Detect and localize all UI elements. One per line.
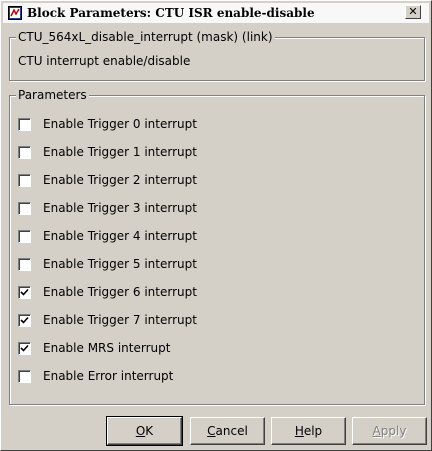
mask-legend: CTU_564xL_disable_interrupt (mask) (link… (16, 30, 275, 44)
title-bar[interactable]: Block Parameters: CTU ISR enable-disable… (3, 3, 429, 23)
cancel-mnemonic: C (207, 424, 216, 438)
mask-description: CTU interrupt enable/disable (18, 54, 191, 68)
checkbox-label: Enable Trigger 5 interrupt (43, 257, 197, 271)
cancel-label: ancel (215, 424, 248, 438)
help-label: elp (303, 424, 323, 438)
apply-label: pply (380, 424, 407, 438)
checkbox-checked[interactable] (18, 314, 31, 327)
apply-button[interactable]: Apply (352, 417, 427, 445)
checkbox-unchecked[interactable] (18, 174, 31, 187)
parameters-group: Parameters Enable Trigger 0 interrupt Ena… (9, 88, 425, 405)
checkbox-label: Enable MRS interrupt (43, 341, 171, 355)
checkbox-unchecked[interactable] (18, 146, 31, 159)
close-button[interactable]: ✕ (405, 5, 421, 19)
block-parameters-dialog: Block Parameters: CTU ISR enable-disable… (0, 0, 432, 451)
help-button[interactable]: Help (271, 417, 346, 445)
checkmark-icon (20, 316, 29, 324)
checkbox-label: Enable Trigger 7 interrupt (43, 313, 197, 327)
ok-label: K (145, 424, 154, 438)
checkbox-checked[interactable] (18, 342, 31, 355)
ok-mnemonic: O (135, 424, 146, 438)
checkbox-label: Enable Trigger 3 interrupt (43, 201, 197, 215)
window-title: Block Parameters: CTU ISR enable-disable (27, 6, 315, 20)
cancel-button[interactable]: Cancel (190, 417, 265, 445)
checkbox-unchecked[interactable] (18, 118, 31, 131)
checkbox-label: Enable Trigger 0 interrupt (43, 117, 197, 131)
checkbox-unchecked[interactable] (18, 230, 31, 243)
checkbox-label: Enable Error interrupt (43, 369, 174, 383)
checkbox-unchecked[interactable] (18, 258, 31, 271)
simulink-app-icon (8, 6, 22, 20)
parameters-legend: Parameters (16, 88, 89, 102)
apply-mnemonic: A (372, 424, 381, 438)
help-mnemonic: H (294, 424, 304, 438)
mask-description-group: CTU_564xL_disable_interrupt (mask) (link… (9, 30, 425, 81)
checkmark-icon (20, 288, 29, 296)
ok-button[interactable]: OK (106, 416, 183, 446)
checkbox-unchecked[interactable] (18, 202, 31, 215)
checkbox-unchecked[interactable] (18, 370, 31, 383)
checkbox-label: Enable Trigger 6 interrupt (43, 285, 197, 299)
checkbox-label: Enable Trigger 2 interrupt (43, 173, 197, 187)
checkbox-label: Enable Trigger 1 interrupt (43, 145, 197, 159)
checkbox-label: Enable Trigger 4 interrupt (43, 229, 197, 243)
checkbox-checked[interactable] (18, 286, 31, 299)
close-icon: ✕ (408, 5, 418, 18)
checkmark-icon (20, 344, 29, 352)
